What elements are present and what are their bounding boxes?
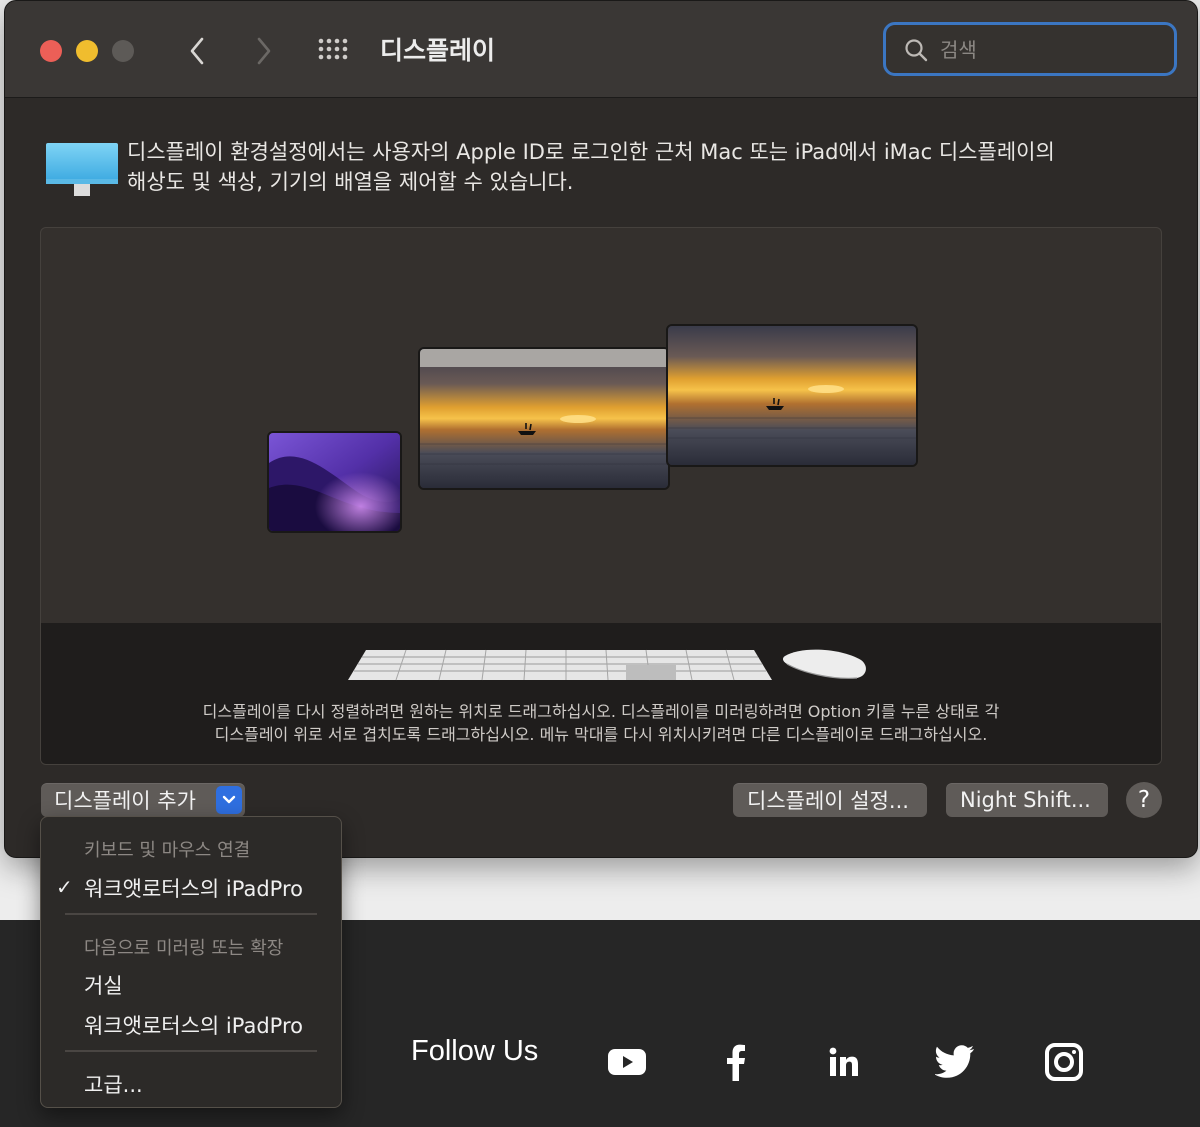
search-icon — [905, 39, 928, 62]
zoom-button[interactable] — [112, 40, 134, 62]
chevron-right-icon — [257, 37, 271, 65]
arrangement-hint: 디스플레이를 다시 정렬하려면 원하는 위치로 드래그하십시오. 디스플레이를 … — [202, 702, 1000, 744]
youtube-icon[interactable] — [605, 1040, 649, 1084]
help-button[interactable]: ? — [1126, 782, 1162, 818]
title-bar: 디스플레이 — [5, 1, 1197, 98]
imac-icon — [46, 143, 118, 196]
menu-header-mirror-extend: 다음으로 미러링 또는 확장 — [84, 938, 284, 959]
facebook-icon[interactable] — [714, 1040, 758, 1084]
menu-separator — [65, 913, 317, 915]
display-settings-button[interactable]: 디스플레이 설정... — [733, 783, 927, 817]
search-field[interactable] — [883, 22, 1177, 76]
instagram-icon[interactable] — [1042, 1040, 1086, 1084]
add-display-label: 디스플레이 추가 — [54, 789, 196, 813]
chevron-left-icon — [190, 37, 204, 65]
menu-item-advanced[interactable]: 고급... — [84, 1069, 143, 1099]
follow-us-label: Follow Us — [411, 1035, 539, 1067]
linkedin-icon[interactable] — [822, 1040, 866, 1084]
search-input[interactable] — [938, 35, 1162, 65]
display-preferences-window: 디스플레이 디스플레이 환경설정에서는 사용자의 Apple ID로 로그인한 … — [4, 0, 1198, 858]
description-text: 디스플레이 환경설정에서는 사용자의 Apple ID로 로그인한 근처 Mac… — [127, 140, 1055, 194]
menu-item-ipadpro-link[interactable]: 워크앳로터스의 iPadPro — [84, 873, 303, 903]
grid-icon — [318, 38, 348, 60]
menu-separator — [65, 1050, 317, 1052]
imac-display-thumbnail[interactable] — [418, 347, 670, 490]
close-button[interactable] — [40, 40, 62, 62]
forward-button[interactable] — [246, 31, 282, 71]
menu-item-ipadpro-mirror[interactable]: 워크앳로터스의 iPadPro — [84, 1010, 303, 1040]
checkmark-icon: ✓ — [56, 875, 73, 899]
show-all-button[interactable] — [317, 31, 353, 71]
add-display-popup-button[interactable]: 디스플레이 추가 — [41, 783, 245, 817]
add-display-menu: 키보드 및 마우스 연결 ✓ 워크앳로터스의 iPadPro 다음으로 미러링 … — [40, 816, 342, 1108]
back-button[interactable] — [179, 31, 215, 71]
twitter-icon[interactable] — [933, 1040, 977, 1084]
night-shift-button[interactable]: Night Shift... — [946, 783, 1108, 817]
keyboard-icon — [348, 649, 772, 681]
display-arrangement-area[interactable]: 디스플레이를 다시 정렬하려면 원하는 위치로 드래그하십시오. 디스플레이를 … — [40, 227, 1162, 765]
magic-mouse-icon — [782, 649, 866, 679]
menu-header-keyboard-mouse: 키보드 및 마우스 연결 — [84, 840, 251, 861]
chevron-down-icon — [216, 786, 242, 814]
external-display-thumbnail[interactable] — [666, 324, 918, 467]
window-title: 디스플레이 — [380, 36, 496, 65]
ipad-display-thumbnail[interactable] — [267, 431, 402, 533]
minimize-button[interactable] — [76, 40, 98, 62]
menu-item-living-room[interactable]: 거실 — [84, 970, 123, 1000]
